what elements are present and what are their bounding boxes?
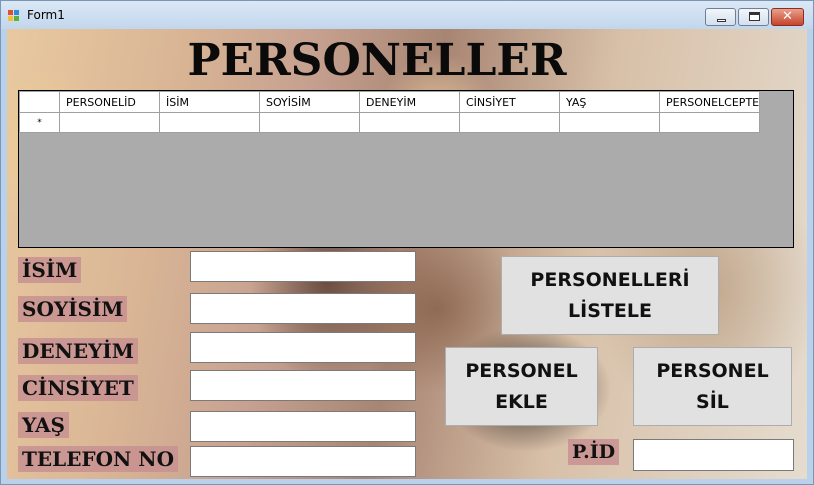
soyisim-field[interactable]: [190, 293, 416, 324]
new-row-marker[interactable]: *: [19, 112, 60, 133]
close-icon: ✕: [782, 9, 793, 24]
app-window: Form1 ✕ PERSONELLER PERSONELİD İSİM SOYİ…: [0, 0, 814, 485]
app-icon: [8, 10, 20, 22]
soyisim-label: SOYİSİM: [18, 296, 128, 322]
cinsiyet-field[interactable]: [190, 370, 416, 401]
grid-cell[interactable]: [559, 112, 660, 133]
form-client-area: PERSONELLER PERSONELİD İSİM SOYİSİM DENE…: [7, 29, 807, 479]
grid-header-row: PERSONELİD İSİM SOYİSİM DENEYİM CİNSİYET…: [19, 91, 761, 113]
telefon-label: TELEFON NO: [18, 446, 179, 472]
window-title: Form1: [27, 8, 65, 22]
title-bar[interactable]: Form1 ✕: [1, 1, 813, 29]
maximize-button[interactable]: [738, 8, 769, 26]
grid-cell[interactable]: [259, 112, 360, 133]
column-header-personelcepte[interactable]: PERSONELCEPTE: [658, 91, 761, 113]
grid-cell[interactable]: [159, 112, 260, 133]
telefon-field[interactable]: [190, 446, 416, 477]
personnel-data-grid[interactable]: PERSONELİD İSİM SOYİSİM DENEYİM CİNSİYET…: [18, 90, 794, 248]
grid-cell[interactable]: [59, 112, 160, 133]
isim-label: İSİM: [18, 257, 82, 283]
isim-field[interactable]: [190, 251, 416, 282]
add-personnel-button[interactable]: PERSONEL EKLE: [445, 347, 598, 426]
column-header-isim[interactable]: İSİM: [159, 91, 260, 113]
minimize-icon: [717, 19, 726, 22]
page-title: PERSONELLER: [187, 35, 567, 86]
minimize-button[interactable]: [705, 8, 736, 26]
grid-cell[interactable]: [459, 112, 560, 133]
delete-personnel-button[interactable]: PERSONEL SİL: [633, 347, 792, 426]
grid-table: PERSONELİD İSİM SOYİSİM DENEYİM CİNSİYET…: [19, 91, 761, 133]
page-title-wrap: PERSONELLER: [7, 35, 807, 86]
cinsiyet-label: CİNSİYET: [18, 375, 138, 401]
table-row[interactable]: *: [19, 112, 761, 133]
column-header-yas[interactable]: YAŞ: [559, 91, 660, 113]
maximize-icon: [749, 12, 760, 21]
column-header-deneyim[interactable]: DENEYİM: [359, 91, 460, 113]
pid-label: P.İD: [568, 439, 620, 465]
deneyim-field[interactable]: [190, 332, 416, 363]
deneyim-label: DENEYİM: [18, 338, 138, 364]
column-header-soyisim[interactable]: SOYİSİM: [259, 91, 360, 113]
window-bottom-border: [1, 479, 813, 484]
column-header-personelid[interactable]: PERSONELİD: [59, 91, 160, 113]
row-header-corner[interactable]: [19, 91, 60, 113]
column-header-cinsiyet[interactable]: CİNSİYET: [459, 91, 560, 113]
grid-cell[interactable]: [359, 112, 460, 133]
pid-field[interactable]: [633, 439, 794, 471]
close-button[interactable]: ✕: [771, 8, 804, 26]
grid-cell[interactable]: [658, 112, 761, 133]
list-personnel-button[interactable]: PERSONELLERİ LİSTELE: [501, 256, 719, 335]
yas-label: YAŞ: [18, 412, 69, 438]
yas-field[interactable]: [190, 411, 416, 442]
